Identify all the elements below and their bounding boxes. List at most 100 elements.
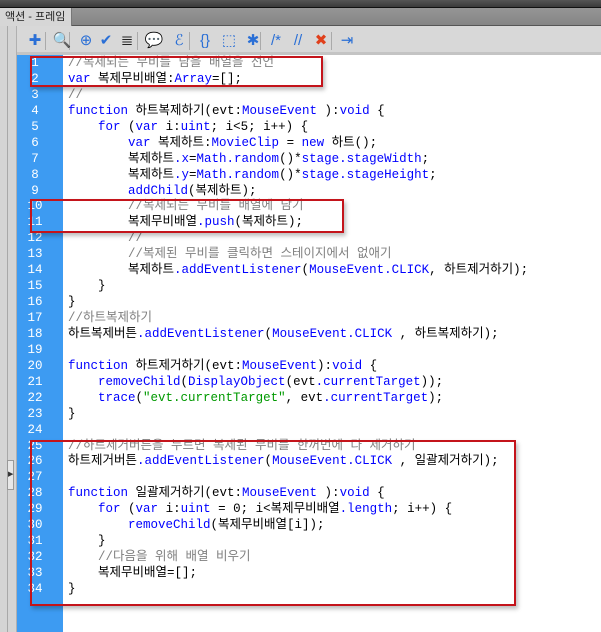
code-token: } <box>68 406 76 421</box>
code-text: function 하트제거하기(evt:MouseEvent):void { <box>68 359 377 375</box>
code-text: } <box>68 407 76 423</box>
show-code-hint-icon[interactable]: 💬 <box>144 31 164 51</box>
code-line[interactable]: 12 // <box>17 231 601 247</box>
apply-line-comment-icon[interactable]: // <box>288 31 308 51</box>
line-number: 13 <box>27 247 43 262</box>
code-token: MouseEvent <box>242 103 318 118</box>
insert-target-path-icon[interactable]: ⊕ <box>76 31 96 51</box>
toolbox-collapse-handle[interactable]: ▶ <box>7 460 14 490</box>
code-token: void <box>339 103 370 118</box>
code-line[interactable]: 8 복제하트.y=Math.random()*stage.stageHeight… <box>17 168 601 184</box>
code-token: 하트제거하기(evt: <box>128 358 243 373</box>
code-token: "evt.currentTarget" <box>143 390 286 405</box>
code-line[interactable]: 13 //복제된 무비를 클릭하면 스테이지에서 없애기 <box>17 247 601 263</box>
code-token: MouseEvent.CLICK <box>272 326 393 341</box>
code-text: // <box>68 231 143 247</box>
code-token: { <box>369 103 385 118</box>
panel-tab-bar <box>0 8 601 26</box>
check-syntax-icon[interactable]: ✔ <box>96 31 116 51</box>
highlight-box-array-push <box>30 199 344 233</box>
code-line[interactable]: 5 for (var i:uint; i<5; i++) { <box>17 120 601 136</box>
code-token: 복제하트 <box>68 151 175 166</box>
code-token: stage.stageWidth <box>301 151 422 166</box>
code-text: } <box>68 279 106 295</box>
show-hide-toolbox-icon[interactable]: ⇥ <box>337 31 357 51</box>
code-token: 하트(); <box>324 135 378 150</box>
code-line[interactable]: 17 //하트복제하기 <box>17 311 601 327</box>
line-number: 17 <box>27 311 43 325</box>
code-token: stage.stageHeight <box>301 167 430 182</box>
debug-options-icon[interactable]: ℰ <box>169 31 189 51</box>
code-text: addChild(복제하트); <box>68 184 257 200</box>
code-token: ): <box>317 103 340 118</box>
code-token: uint <box>180 119 211 134</box>
code-text: for (var i:uint; i<5; i++) { <box>68 120 308 136</box>
code-token: // <box>68 87 84 102</box>
actions-toolbar: ✚ 🔍 ⊕ ✔ ≣ 💬 ℰ {} ⬚ ✱/*//✖ ⇥ <box>17 26 601 55</box>
code-token: { <box>362 358 378 373</box>
code-line[interactable]: 6 var 복제하트:MovieClip = new 하트(); <box>17 136 601 152</box>
code-text: // <box>68 88 83 104</box>
code-token: MouseEvent <box>242 358 318 373</box>
find-icon[interactable]: 🔍 <box>52 31 72 51</box>
code-line[interactable]: 14 복제하트.addEventListener(MouseEvent.CLIC… <box>17 263 601 279</box>
auto-format-icon[interactable]: ≣ <box>117 31 137 51</box>
code-token: ; <box>421 151 430 166</box>
code-text: removeChild(DisplayObject(evt.currentTar… <box>68 375 443 391</box>
line-number: 7 <box>31 151 39 166</box>
code-text: function 하트복제하기(evt:MouseEvent ):void { <box>68 104 385 120</box>
code-line[interactable]: 4 function 하트복제하기(evt:MouseEvent ):void { <box>17 104 601 120</box>
code-text: } <box>68 295 76 311</box>
line-number: 19 <box>27 342 43 357</box>
remove-comment-icon[interactable]: ✖ <box>311 31 331 51</box>
code-token: ; <box>429 167 437 182</box>
code-token: 복제하트 <box>68 167 175 182</box>
toolbar-separator <box>331 32 332 50</box>
apply-block-comment-icon[interactable]: /* <box>266 31 286 51</box>
code-line[interactable]: 7 복제하트.x=Math.random()*stage.stageWidth; <box>17 152 601 168</box>
code-token: ): <box>317 358 333 373</box>
code-token: function <box>68 358 129 373</box>
expand-all-icon[interactable]: ✱ <box>243 31 263 51</box>
code-line[interactable]: 9 addChild(복제하트); <box>17 184 601 200</box>
code-line[interactable]: 23} <box>17 407 601 423</box>
code-line[interactable]: 18 하트복제버튼.addEventListener(MouseEvent.CLI… <box>17 327 601 343</box>
code-token: .y <box>174 167 190 182</box>
code-line[interactable]: 21 removeChild(DisplayObject(evt.current… <box>17 375 601 391</box>
code-token: var <box>128 135 151 150</box>
code-token: , 하트복제하기); <box>392 326 499 341</box>
code-line[interactable]: 15 } <box>17 279 601 295</box>
window-top-bar <box>0 0 601 8</box>
collapse-between-braces-icon[interactable]: {} <box>195 31 215 51</box>
code-token: = <box>279 135 302 150</box>
add-new-item-icon[interactable]: ✚ <box>25 31 45 51</box>
code-token: .currentTarget <box>315 374 421 389</box>
code-token: } <box>68 295 76 310</box>
collapse-selection-icon[interactable]: ⬚ <box>219 31 239 51</box>
code-text: //하트복제하기 <box>68 311 152 327</box>
code-token: (evt <box>285 374 316 389</box>
code-text: 복제하트.x=Math.random()*stage.stageWidth; <box>68 152 429 168</box>
tab-actions-frame[interactable]: 액션 - 프레임 <box>0 8 72 26</box>
code-token: for <box>98 119 121 134</box>
code-token: ( <box>180 374 189 389</box>
code-text: //복제된 무비를 클릭하면 스테이지에서 없애기 <box>68 247 392 263</box>
line-number: 15 <box>27 279 43 294</box>
panel-divider <box>7 26 8 632</box>
code-token: 하트복제하기(evt: <box>128 103 243 118</box>
code-line[interactable]: 20 function 하트제거하기(evt:MouseEvent):void { <box>17 359 601 375</box>
code-line[interactable]: 3 // <box>17 88 601 104</box>
code-line[interactable]: 22 trace("evt.currentTarget", evt.curren… <box>17 391 601 407</box>
code-line[interactable]: 24 <box>17 423 601 439</box>
line-number: 22 <box>27 390 43 405</box>
line-number: 8 <box>31 167 39 182</box>
code-line[interactable]: 16} <box>17 295 601 311</box>
code-token: DisplayObject <box>188 374 286 389</box>
code-line[interactable]: 19 <box>17 343 601 359</box>
toolbar-separator <box>45 32 46 50</box>
code-token: //하트복제하기 <box>68 311 153 325</box>
